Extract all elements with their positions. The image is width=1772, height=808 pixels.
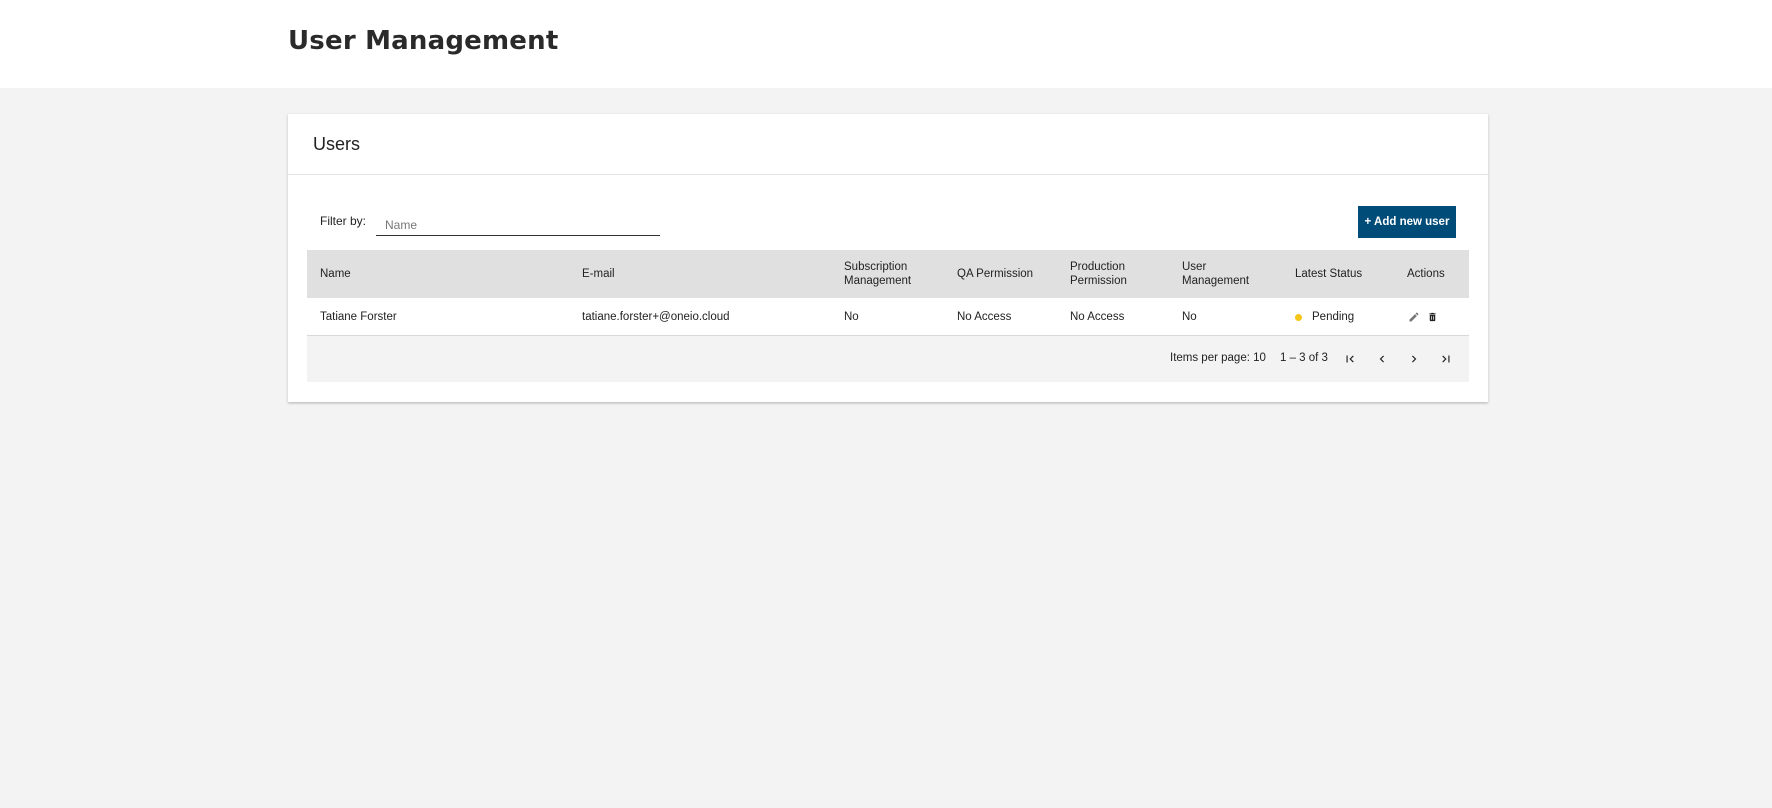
- add-new-user-button[interactable]: + Add new user: [1358, 206, 1456, 238]
- last-page-icon[interactable]: [1436, 349, 1456, 369]
- next-page-icon[interactable]: [1404, 349, 1424, 369]
- top-header-bar: User Management: [0, 0, 1772, 88]
- cell-subscription-management: No: [844, 311, 859, 323]
- cell-user-management: No: [1182, 311, 1197, 323]
- cell-email: tatiane.forster+@oneio.cloud: [582, 311, 730, 323]
- status-label: Pending: [1312, 311, 1355, 323]
- cell-production-permission: No Access: [1070, 311, 1125, 323]
- cell-latest-status: Pending: [1295, 298, 1354, 336]
- cell-name: Tatiane Forster: [320, 311, 397, 323]
- column-header-production-permission[interactable]: Production Permission: [1070, 250, 1127, 298]
- card-title: Users: [313, 134, 361, 154]
- cell-qa-permission: No Access: [957, 311, 1012, 323]
- column-header-user-management[interactable]: User Management: [1182, 250, 1249, 298]
- column-header-subscription-management[interactable]: Subscription Management: [844, 250, 911, 298]
- filter-label: Filter by:: [320, 214, 367, 228]
- edit-icon[interactable]: [1407, 311, 1420, 324]
- column-header-name[interactable]: Name: [320, 250, 351, 298]
- first-page-icon[interactable]: [1340, 349, 1360, 369]
- page-range-label: 1 – 3 of 3: [1280, 352, 1328, 364]
- status-dot-pending: [1295, 313, 1302, 321]
- users-table: Name E-mail Subscription Management QA P…: [307, 250, 1469, 382]
- name-filter-input[interactable]: [376, 206, 660, 236]
- page-title: User Management: [288, 26, 559, 56]
- items-per-page-label[interactable]: Items per page: 10: [1170, 352, 1266, 364]
- column-header-qa-permission[interactable]: QA Permission: [957, 250, 1033, 298]
- table-row: Tatiane Forster tatiane.forster+@oneio.c…: [307, 298, 1469, 336]
- filter-row: Filter by: + Add new user: [320, 206, 1456, 240]
- table-header-row: Name E-mail Subscription Management QA P…: [307, 250, 1469, 298]
- previous-page-icon[interactable]: [1372, 349, 1392, 369]
- paginator: Items per page: 10 1 – 3 of 3: [307, 336, 1469, 382]
- column-header-email[interactable]: E-mail: [582, 250, 615, 298]
- column-header-latest-status[interactable]: Latest Status: [1295, 250, 1362, 298]
- column-header-actions: Actions: [1407, 268, 1445, 280]
- users-card: Users Filter by: + Add new user Name E-m…: [288, 114, 1488, 402]
- cell-actions: [1407, 298, 1439, 336]
- card-header: Users: [288, 114, 1488, 175]
- delete-icon[interactable]: [1426, 311, 1439, 324]
